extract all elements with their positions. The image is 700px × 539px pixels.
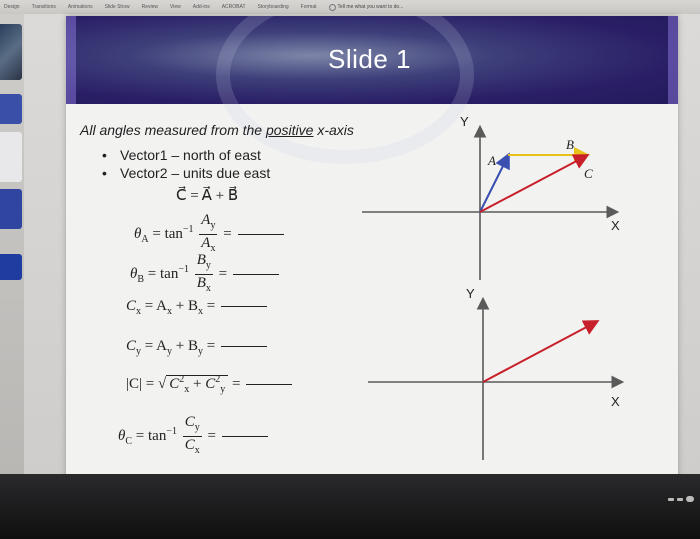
tab-add-ins[interactable]: Add-ins — [193, 4, 210, 10]
bottom-y-label: Y — [466, 286, 475, 301]
tab-view[interactable]: View — [170, 4, 181, 10]
slide-thumbnail-4[interactable] — [0, 189, 22, 229]
status-bar-controls — [668, 496, 694, 502]
tab-review[interactable]: Review — [142, 4, 158, 10]
vector-a-label: A⃗ — [487, 153, 506, 168]
top-y-label: Y — [460, 114, 469, 129]
slide-thumbnail-pane[interactable] — [0, 14, 24, 474]
top-x-label: X — [611, 218, 620, 233]
lightbulb-icon — [328, 3, 336, 11]
ribbon-tab-strip: Design Transitions Animations Slide Show… — [0, 0, 700, 14]
bottom-vector-diagram: Y X — [368, 286, 625, 460]
tab-animations[interactable]: Animations — [68, 4, 93, 10]
tab-format[interactable]: Format — [301, 4, 317, 10]
status-indicator — [668, 497, 674, 501]
bottom-result-vector — [482, 320, 600, 383]
tab-acrobat[interactable]: ACROBAT — [222, 4, 246, 10]
vector-b-label: B⃗ — [566, 137, 584, 152]
vector-diagrams[interactable]: Y X A⃗ B⃗ C⃗ Y X — [66, 16, 678, 480]
tab-storyboarding[interactable]: Storyboarding — [258, 4, 289, 10]
bottom-x-label: X — [611, 394, 620, 409]
monitor-bezel — [0, 474, 700, 539]
slide-thumbnail-1[interactable] — [0, 24, 22, 80]
tab-slide-show[interactable]: Slide Show — [105, 4, 130, 10]
top-vector-diagram: Y X A⃗ B⃗ C⃗ — [362, 114, 620, 280]
slide-canvas[interactable]: Slide 1 All angles measured from the pos… — [66, 16, 678, 480]
slide-thumbnail-2[interactable] — [0, 94, 22, 124]
tell-me-text: Tell me what you want to do... — [337, 4, 404, 10]
slide-thumbnail-5[interactable] — [0, 254, 22, 280]
tab-transitions[interactable]: Transitions — [32, 4, 56, 10]
tab-design[interactable]: Design — [4, 4, 20, 10]
zoom-slider-handle-icon[interactable] — [686, 496, 694, 502]
status-indicator — [677, 497, 683, 501]
vector-c-label: C⃗ — [584, 166, 603, 181]
slide-thumbnail-3[interactable] — [0, 132, 22, 182]
tell-me-box[interactable]: Tell me what you want to do... — [328, 3, 404, 11]
